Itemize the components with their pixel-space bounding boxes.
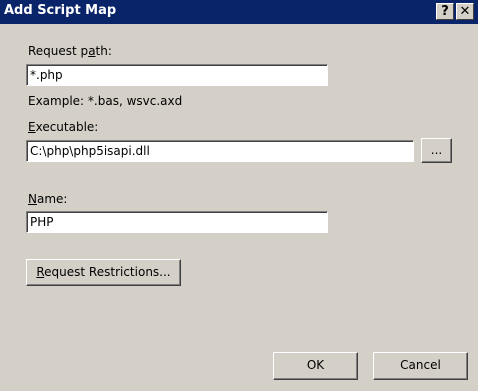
title-bar: Add Script Map ? ✕: [0, 0, 478, 24]
cancel-button[interactable]: Cancel: [373, 352, 468, 380]
help-icon: ?: [441, 4, 449, 19]
ok-button[interactable]: OK: [273, 352, 358, 380]
name-input[interactable]: PHP: [26, 211, 328, 233]
window-title: Add Script Map: [4, 3, 117, 18]
browse-button[interactable]: ...: [421, 138, 452, 163]
request-path-example: Example: *.bas, wsvc.axd: [28, 94, 183, 108]
executable-input[interactable]: C:\php\php5isapi.dll: [26, 140, 414, 162]
close-button[interactable]: ✕: [456, 3, 474, 20]
request-restrictions-button[interactable]: Request Restrictions...: [26, 259, 181, 286]
executable-label: Executable:: [28, 120, 99, 134]
help-button[interactable]: ?: [436, 3, 454, 20]
request-path-input[interactable]: *.php: [26, 64, 328, 86]
name-label: Name:: [28, 192, 68, 206]
close-icon: ✕: [459, 4, 471, 19]
request-path-label: Request path:: [28, 44, 112, 58]
